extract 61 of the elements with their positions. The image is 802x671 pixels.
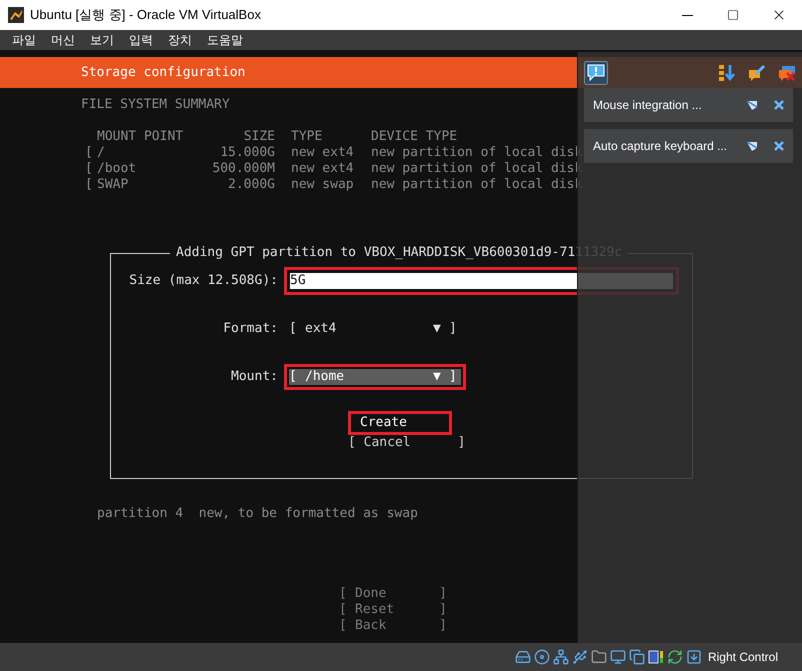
- table-cell-text: new ext4: [291, 161, 355, 177]
- optical-disc-icon[interactable]: [534, 649, 550, 665]
- column-header: DEVICE TYPE: [371, 129, 458, 145]
- column-header: TYPE: [291, 129, 324, 145]
- menu-item[interactable]: 장치: [168, 31, 192, 49]
- windows-icon[interactable]: [628, 649, 645, 665]
- table-cell: new partition of local disk: [371, 145, 582, 161]
- minimize-icon: [682, 14, 692, 16]
- close-icon[interactable]: [774, 141, 784, 151]
- table-cell-text: 2.000G: [227, 177, 275, 193]
- sort-icon[interactable]: [718, 64, 736, 82]
- edit-message-icon[interactable]: [748, 64, 766, 82]
- table-cell-text: new swap: [291, 177, 355, 193]
- row-bracket: [: [85, 161, 94, 177]
- table-cell-text: new ext4: [291, 145, 355, 161]
- menu-item[interactable]: 머신: [51, 31, 75, 49]
- clear-messages-icon[interactable]: [778, 64, 796, 82]
- row-bracket: [: [85, 177, 94, 193]
- download-icon[interactable]: [686, 649, 702, 665]
- notification-text: Auto capture keyboard ...: [593, 138, 728, 155]
- message-icon[interactable]: [584, 60, 608, 84]
- app-logo-icon: [8, 7, 24, 23]
- cpu-activity-icon[interactable]: [648, 649, 664, 665]
- sync-icon[interactable]: [666, 649, 683, 665]
- host-key-label: Right Control: [708, 649, 778, 666]
- menu-item[interactable]: 보기: [90, 31, 114, 49]
- field-label: Format:: [222, 321, 279, 337]
- dialog-button[interactable]: [ Cancel ]: [348, 435, 466, 451]
- notification-card[interactable]: Auto capture keyboard ...: [584, 129, 793, 163]
- header-title: Storage configuration: [81, 64, 246, 80]
- display-icon[interactable]: [610, 649, 626, 665]
- partition-summary: partition 4 new, to be formatted as swap: [97, 506, 418, 522]
- network-icon[interactable]: [552, 649, 569, 665]
- table-cell-text: SWAP: [97, 177, 130, 193]
- menu-item[interactable]: 도움말: [207, 31, 243, 49]
- column-header: MOUNT POINT: [97, 129, 184, 145]
- maximize-icon: [727, 9, 739, 21]
- section-title: FILE SYSTEM SUMMARY: [81, 97, 230, 113]
- menu-item[interactable]: 입력: [129, 31, 153, 49]
- table-cell-text: /: [97, 145, 106, 161]
- folder-icon[interactable]: [590, 649, 607, 665]
- row-bracket: [: [85, 145, 94, 161]
- dropdown[interactable]: [ /home ▼ ]: [284, 364, 466, 390]
- menu-item[interactable]: 파일: [12, 31, 36, 49]
- field-label: Mount:: [230, 369, 279, 385]
- dialog-button[interactable]: Create: [348, 411, 452, 435]
- column-header: SIZE: [242, 129, 275, 145]
- field-label: Size (max 12.508G):: [128, 273, 279, 289]
- notification-text: Mouse integration ...: [593, 97, 702, 114]
- table-cell: new partition of local disk: [371, 161, 582, 177]
- table-cell-text: 500.000M: [211, 161, 275, 177]
- notification-card[interactable]: Mouse integration ...: [584, 88, 793, 122]
- pin-icon[interactable]: [746, 99, 758, 111]
- close-icon[interactable]: [774, 100, 784, 110]
- dropdown[interactable]: [ ext4 ▼ ]: [284, 316, 466, 342]
- table-cell-text: 15.000G: [219, 145, 275, 161]
- window-title: Ubuntu [실행 중] - Oracle VM VirtualBox: [30, 6, 261, 24]
- table-cell-text: /boot: [97, 161, 138, 177]
- usb-icon[interactable]: [572, 649, 588, 665]
- table-cell: new partition of local disk: [371, 177, 582, 193]
- pin-icon[interactable]: [746, 140, 758, 152]
